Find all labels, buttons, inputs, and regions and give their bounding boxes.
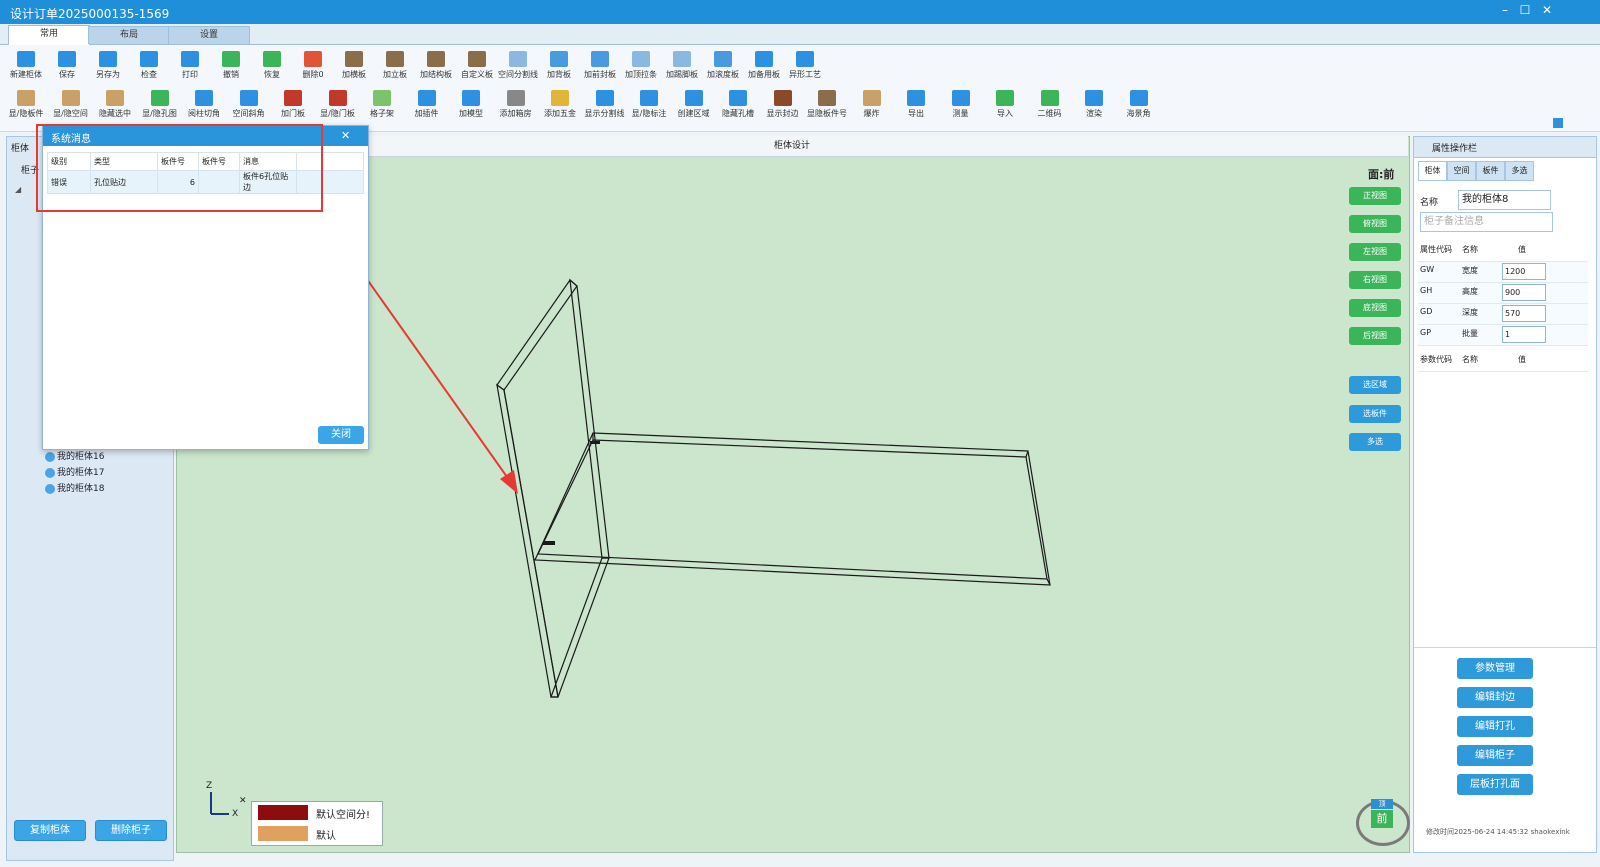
legend-label: 默认 [316,831,336,842]
top-view-button[interactable]: 俯视图 [1349,215,1401,233]
name-label: 名称 [1420,198,1439,208]
cube-front-face[interactable]: 前 [1371,810,1393,828]
shelf-drill-button[interactable]: 层板打孔面 [1457,774,1533,795]
edit-cabinet-button[interactable]: 编辑柜子 [1457,745,1533,766]
table-cell: GP [1420,328,1432,337]
table-cell: 高度 [1462,287,1478,296]
table-row[interactable]: GP 批量 1 [1418,325,1588,346]
legend-label: 默认空间分! [316,810,371,821]
value-field[interactable]: 1 [1502,326,1546,343]
close-icon[interactable]: ✕ [341,129,350,142]
axes-indicator [210,792,229,815]
divider [1414,647,1596,648]
cube-top-face[interactable]: 顶 [1371,799,1393,809]
view-cube[interactable]: 顶 前 [1356,799,1410,846]
right-view-button[interactable]: 右视图 [1349,271,1401,289]
value-field[interactable]: 1200 [1502,263,1546,280]
left-view-button[interactable]: 左视图 [1349,243,1401,261]
front-view-button[interactable]: 正视图 [1349,187,1401,205]
axis-close-icon[interactable]: ✕ [239,796,247,806]
select-board-button[interactable]: 选板件 [1349,405,1401,423]
tab-multi[interactable]: 多选 [1505,161,1534,181]
table-cell: 参数代码 [1420,355,1452,364]
table-cell: GD [1420,307,1433,316]
multi-select-button[interactable]: 多选 [1349,433,1401,451]
table-row[interactable]: GD 深度 570 [1418,304,1588,325]
param-manage-button[interactable]: 参数管理 [1457,658,1533,679]
modified-time: 修改时间2025-06-24 14:45:32 shaokexink [1426,828,1570,836]
name-field[interactable]: 我的柜体8 [1458,190,1551,210]
legend-swatch [258,805,308,820]
value-field[interactable]: 570 [1502,305,1546,322]
table-cell: 属性代码 [1420,245,1452,254]
table-cell: 批量 [1462,329,1478,338]
table-cell: 名称 [1462,355,1478,364]
table-cell: 名称 [1462,245,1478,254]
axis-x-label: X [232,809,239,819]
table-cell: 深度 [1462,308,1478,317]
value-field[interactable]: 900 [1502,284,1546,301]
table-header-row: 参数代码 名称 值 [1418,351,1588,372]
property-panel: 属性操作栏 柜体 空间 板件 多选 名称 我的柜体8 柜子备注信息 属性代码 名称… [1413,136,1597,853]
back-view-button[interactable]: 后视图 [1349,327,1401,345]
table-header-row: 属性代码 名称 值 [1418,241,1588,262]
table-cell: GW [1420,265,1435,274]
tab-board[interactable]: 板件 [1476,161,1505,181]
axis-z-label: Z [206,781,213,791]
table-cell: GH [1420,286,1433,295]
table-cell: 值 [1518,245,1526,254]
bottom-view-button[interactable]: 底视图 [1349,299,1401,317]
note-field[interactable]: 柜子备注信息 [1420,212,1553,232]
table-cell: 值 [1518,355,1526,364]
dialog-close-button[interactable]: 关闭 [318,426,364,444]
tab-cabinet[interactable]: 柜体 [1418,161,1447,181]
edit-drill-button[interactable]: 编辑打孔 [1457,716,1533,737]
table-row[interactable]: GW 宽度 1200 [1418,262,1588,283]
highlight-box [36,124,323,212]
table-cell: 宽度 [1462,266,1478,275]
table-row[interactable]: GH 高度 900 [1418,283,1588,304]
legend-swatch [258,826,308,841]
property-panel-header: 属性操作栏 [1414,137,1596,158]
tab-space[interactable]: 空间 [1447,161,1476,181]
select-region-button[interactable]: 选区域 [1349,376,1401,394]
material-legend: 默认空间分! 默认 [251,801,383,846]
edit-edge-button[interactable]: 编辑封边 [1457,687,1533,708]
